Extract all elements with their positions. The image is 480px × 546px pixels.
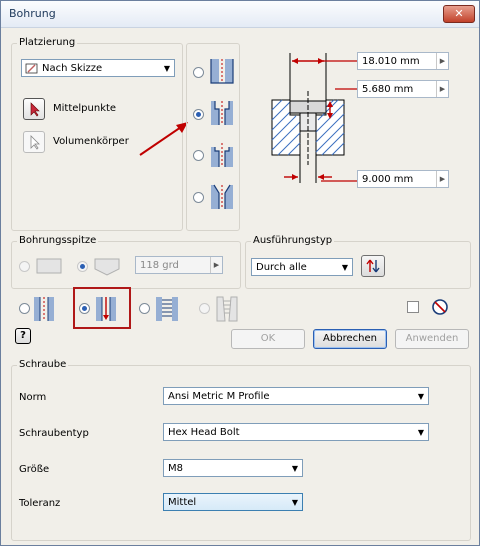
ok-button[interactable]: OK bbox=[231, 329, 305, 349]
hole-tapped-radio[interactable] bbox=[139, 303, 150, 314]
counterbore-hole-icon bbox=[211, 101, 233, 125]
chevron-down-icon: ▼ bbox=[341, 263, 348, 272]
cursor-arrow-icon bbox=[30, 135, 40, 150]
placement-type-select[interactable]: Nach Skizze ▼ bbox=[21, 59, 175, 77]
screw-type-select[interactable]: Hex Head Bolt ▼ bbox=[163, 423, 429, 441]
dimension-3-field[interactable]: 9.000 mm ▶ bbox=[357, 170, 449, 188]
apply-button[interactable]: Anwenden bbox=[395, 329, 469, 349]
sketch-icon bbox=[25, 62, 38, 82]
hole-type-simple-radio[interactable] bbox=[193, 67, 204, 78]
size-label: Größe bbox=[19, 464, 50, 475]
flat-point-icon bbox=[36, 258, 62, 274]
dimension-1-arrow-icon[interactable]: ▶ bbox=[436, 53, 448, 69]
drill-point-angle-field[interactable]: 118 grd ▶ bbox=[135, 256, 223, 274]
fit-label: Toleranz bbox=[19, 498, 61, 509]
hole-simple-radio[interactable] bbox=[19, 303, 30, 314]
drill-point-group-label: Bohrungsspitze bbox=[17, 235, 99, 246]
drill-point-angle-value: 118 grd bbox=[140, 260, 179, 271]
chevron-down-icon: ▼ bbox=[163, 64, 170, 73]
hole-taper-tapped-radio[interactable] bbox=[199, 303, 210, 314]
termination-select[interactable]: Durch alle ▼ bbox=[251, 258, 353, 276]
chevron-down-icon: ▼ bbox=[291, 464, 298, 473]
solids-select-button[interactable] bbox=[23, 131, 45, 153]
solids-label: Volumenkörper bbox=[53, 136, 129, 147]
flip-direction-icon bbox=[366, 259, 380, 273]
angle-point-icon bbox=[94, 258, 120, 276]
dimension-2-arrow-icon[interactable]: ▶ bbox=[436, 81, 448, 97]
dimension-1-field[interactable]: 18.010 mm ▶ bbox=[357, 52, 449, 70]
hole-dialog: Bohrung ✕ Platzierung Nach Skizze ▼ Mitt… bbox=[0, 0, 480, 546]
screw-group-label: Schraube bbox=[17, 359, 69, 370]
hole-type-countersink-radio[interactable] bbox=[193, 192, 204, 203]
termination-group-label: Ausführungstyp bbox=[251, 235, 335, 246]
placement-group-label: Platzierung bbox=[17, 37, 78, 48]
cancel-button[interactable]: Abbrechen bbox=[313, 329, 387, 349]
hole-type-spotface-radio[interactable] bbox=[193, 150, 204, 161]
dimension-1-value: 18.010 mm bbox=[362, 56, 420, 67]
chevron-down-icon: ▼ bbox=[417, 392, 424, 401]
cursor-arrow-icon bbox=[30, 102, 40, 117]
chevron-down-icon: ▼ bbox=[291, 498, 298, 507]
help-button[interactable]: ? bbox=[15, 328, 31, 344]
size-value: M8 bbox=[168, 463, 183, 474]
simple-drilled-icon bbox=[34, 297, 54, 321]
chevron-down-icon: ▼ bbox=[417, 428, 424, 437]
no-preview-icon[interactable] bbox=[431, 298, 449, 316]
window-title: Bohrung bbox=[9, 7, 56, 20]
norm-value: Ansi Metric M Profile bbox=[168, 391, 270, 402]
hole-clearance-radio[interactable] bbox=[79, 303, 90, 314]
simple-hole-icon bbox=[210, 59, 234, 84]
fit-select[interactable]: Mittel ▼ bbox=[163, 493, 303, 511]
close-button[interactable]: ✕ bbox=[443, 5, 475, 23]
leader-lines bbox=[321, 60, 359, 182]
drill-point-angle-radio[interactable] bbox=[77, 261, 88, 272]
spotface-hole-icon bbox=[211, 143, 233, 167]
centers-select-button[interactable] bbox=[23, 98, 45, 120]
termination-value: Durch alle bbox=[256, 262, 307, 273]
countersink-hole-icon bbox=[211, 184, 233, 209]
dimension-3-value: 9.000 mm bbox=[362, 174, 414, 185]
clearance-hole-icon bbox=[96, 297, 116, 321]
drill-point-flat-radio[interactable] bbox=[19, 261, 30, 272]
flip-direction-button[interactable] bbox=[361, 255, 385, 277]
hole-type-counterbore-radio[interactable] bbox=[193, 109, 204, 120]
screw-type-value: Hex Head Bolt bbox=[168, 427, 240, 438]
taper-tapped-icon bbox=[216, 296, 238, 322]
norm-label: Norm bbox=[19, 392, 47, 403]
size-select[interactable]: M8 ▼ bbox=[163, 459, 303, 477]
norm-select[interactable]: Ansi Metric M Profile ▼ bbox=[163, 387, 429, 405]
tapped-hole-icon bbox=[156, 297, 178, 321]
fit-value: Mittel bbox=[168, 497, 197, 508]
dimension-2-value: 5.680 mm bbox=[362, 84, 414, 95]
title-bar: Bohrung ✕ bbox=[1, 1, 479, 28]
screw-type-label: Schraubentyp bbox=[19, 428, 89, 439]
drill-point-arrow-icon[interactable]: ▶ bbox=[210, 257, 222, 273]
centers-label: Mittelpunkte bbox=[53, 103, 117, 114]
placement-type-value: Nach Skizze bbox=[42, 63, 103, 74]
dimension-3-arrow-icon[interactable]: ▶ bbox=[436, 171, 448, 187]
dimension-2-field[interactable]: 5.680 mm ▶ bbox=[357, 80, 449, 98]
preview-checkbox[interactable] bbox=[407, 301, 419, 313]
